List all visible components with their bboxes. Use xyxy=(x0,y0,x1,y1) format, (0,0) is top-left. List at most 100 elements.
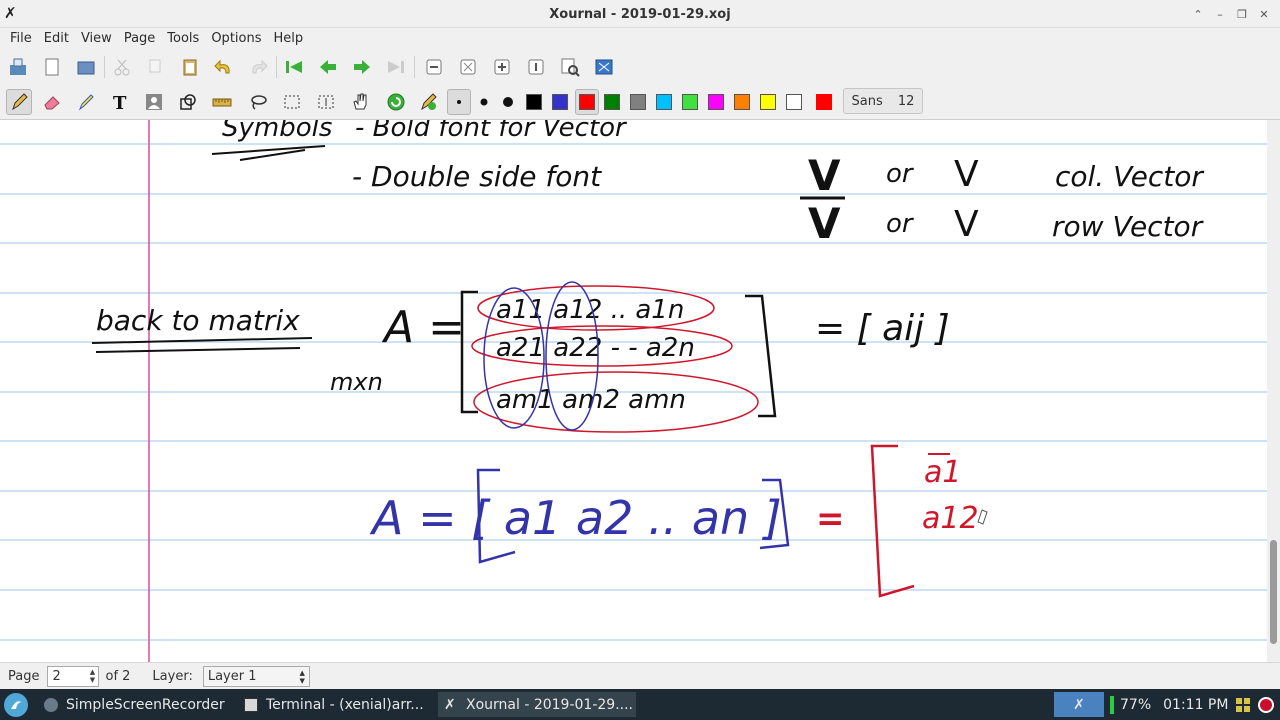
shape-recognizer-icon[interactable] xyxy=(176,90,200,114)
task-label: Xournal - 2019-01-29.... xyxy=(466,696,633,713)
zoom-in-icon[interactable] xyxy=(490,55,514,79)
matrix-row-1: a11 a12 .. a1n xyxy=(496,295,684,325)
layer-chevron-icon: ▲ ▼ xyxy=(299,668,305,685)
last-page-icon[interactable] xyxy=(384,55,408,79)
xournal-tray-icon[interactable]: ✗ xyxy=(1054,692,1104,717)
close-icon[interactable]: ✕ xyxy=(1256,6,1272,22)
color-lightblue-swatch[interactable] xyxy=(656,94,672,110)
menu-tools[interactable]: Tools xyxy=(161,29,205,49)
svg-text:T: T xyxy=(113,93,127,112)
system-tray: ✗ 77% 01:11 PM xyxy=(1054,689,1275,720)
thin-stroke-icon[interactable] xyxy=(447,89,471,115)
lasso-select-icon[interactable] xyxy=(246,90,270,114)
vertical-scrollbar[interactable] xyxy=(1267,120,1280,662)
window-controls: ⌃ – ❐ ✕ xyxy=(1190,6,1272,22)
next-page-icon[interactable] xyxy=(350,55,374,79)
menu-page[interactable]: Page xyxy=(118,29,161,49)
zoom-fit-icon[interactable] xyxy=(456,55,480,79)
notebook-page[interactable]: Symbols - Bold font for Vector - Double … xyxy=(0,120,1267,662)
default-tools-icon[interactable] xyxy=(416,90,440,114)
matrix-dimension-mxn: mxn xyxy=(330,368,383,396)
or-text-1: or xyxy=(886,159,915,189)
shade-icon[interactable]: ⌃ xyxy=(1190,6,1206,22)
battery-icon[interactable] xyxy=(1110,695,1114,714)
page-number-input[interactable]: 2 ▲ ▼ xyxy=(47,665,100,687)
task-xournal[interactable]: ✗ Xournal - 2019-01-29.... xyxy=(438,692,636,717)
color-orange-swatch[interactable] xyxy=(734,94,750,110)
text-tool-icon[interactable]: T xyxy=(108,90,132,114)
task-label: SimpleScreenRecorder xyxy=(66,696,225,713)
rect-select-icon[interactable] xyxy=(280,90,304,114)
blue-ink: A = [ a1 a2 .. an ] xyxy=(369,491,782,545)
page-canvas[interactable]: Symbols - Bold font for Vector - Double … xyxy=(0,120,1267,662)
minimize-icon[interactable]: – xyxy=(1212,6,1228,22)
pen-cursor-icon xyxy=(977,509,988,525)
matrix-aij: = [ aij ] xyxy=(815,308,950,349)
menu-edit[interactable]: Edit xyxy=(38,29,75,49)
layer-label: Layer: xyxy=(152,668,193,684)
redo-icon[interactable] xyxy=(246,55,270,79)
task-terminal[interactable]: Terminal - (xenial)arr... xyxy=(238,692,434,717)
thick-stroke-icon[interactable] xyxy=(496,90,520,114)
paste-icon[interactable] xyxy=(178,55,202,79)
menu-options[interactable]: Options xyxy=(205,29,267,49)
current-color-swatch[interactable] xyxy=(816,94,832,110)
record-icon[interactable] xyxy=(1258,696,1275,713)
menu-file[interactable]: File xyxy=(4,29,38,49)
menu-bar: File Edit View Page Tools Options Help xyxy=(0,28,1280,50)
note-symbols: Symbols xyxy=(222,120,332,143)
open-file-icon[interactable] xyxy=(74,55,98,79)
font-button[interactable]: Sans 12 xyxy=(843,88,923,114)
toolbar-separator xyxy=(414,56,415,78)
previous-page-icon[interactable] xyxy=(316,55,340,79)
layer-select[interactable]: Layer 1 ▲ ▼ xyxy=(202,665,310,687)
image-tool-icon[interactable] xyxy=(142,90,166,114)
taskbar: SimpleScreenRecorder Terminal - (xenial)… xyxy=(0,689,1280,720)
row-vector-bold-v: V xyxy=(808,199,841,248)
maximize-icon[interactable]: ❐ xyxy=(1234,6,1250,22)
page-spinner-icon[interactable]: ▲ ▼ xyxy=(87,668,97,685)
color-yellow-swatch[interactable] xyxy=(760,94,776,110)
eraser-tool-icon[interactable] xyxy=(40,90,64,114)
color-green-swatch[interactable] xyxy=(604,94,620,110)
pen-tool-icon[interactable] xyxy=(6,89,32,115)
ruler-tool-icon[interactable] xyxy=(210,90,234,114)
color-white-swatch[interactable] xyxy=(786,94,802,110)
col-vector-bold-v: V xyxy=(808,151,841,200)
color-gray-swatch[interactable] xyxy=(630,94,646,110)
apps-grid-icon[interactable] xyxy=(1236,697,1251,712)
color-lightgreen-swatch[interactable] xyxy=(682,94,698,110)
fullscreen-icon[interactable] xyxy=(592,55,616,79)
start-menu-icon[interactable] xyxy=(4,693,28,717)
page-count: of 2 xyxy=(105,668,131,684)
task-label: Terminal - (xenial)arr... xyxy=(266,696,424,713)
menu-view[interactable]: View xyxy=(75,29,118,49)
cut-icon[interactable] xyxy=(110,55,134,79)
undo-icon[interactable] xyxy=(212,55,236,79)
task-simplescreenrecorder[interactable]: SimpleScreenRecorder xyxy=(38,692,234,717)
page-width-icon[interactable] xyxy=(524,55,548,79)
medium-stroke-icon[interactable] xyxy=(472,90,496,114)
new-page-icon[interactable] xyxy=(40,55,64,79)
clock[interactable]: 01:11 PM xyxy=(1163,697,1228,713)
first-page-icon[interactable] xyxy=(282,55,306,79)
copy-icon[interactable] xyxy=(144,55,168,79)
color-black-swatch[interactable] xyxy=(526,94,542,110)
main-toolbar xyxy=(0,50,1280,84)
color-magenta-swatch[interactable] xyxy=(708,94,724,110)
col-vector-label: col. Vector xyxy=(1055,160,1204,193)
default-pen-icon[interactable] xyxy=(384,90,408,114)
color-red-selected[interactable] xyxy=(575,89,599,115)
menu-help[interactable]: Help xyxy=(268,29,310,49)
hand-tool-icon[interactable] xyxy=(348,90,372,114)
color-blue-swatch[interactable] xyxy=(552,94,568,110)
scrollbar-thumb[interactable] xyxy=(1270,540,1277,644)
zoom-set-icon[interactable] xyxy=(558,55,582,79)
vertical-space-icon[interactable] xyxy=(314,90,338,114)
save-as-icon[interactable] xyxy=(6,55,30,79)
zoom-out-icon[interactable] xyxy=(422,55,446,79)
black-ink: Symbols - Bold font for Vector - Double … xyxy=(91,120,1204,418)
note-bold-font: - Bold font for Vector xyxy=(355,120,628,143)
battery-percent: 77% xyxy=(1120,696,1152,713)
highlighter-tool-icon[interactable] xyxy=(74,90,98,114)
